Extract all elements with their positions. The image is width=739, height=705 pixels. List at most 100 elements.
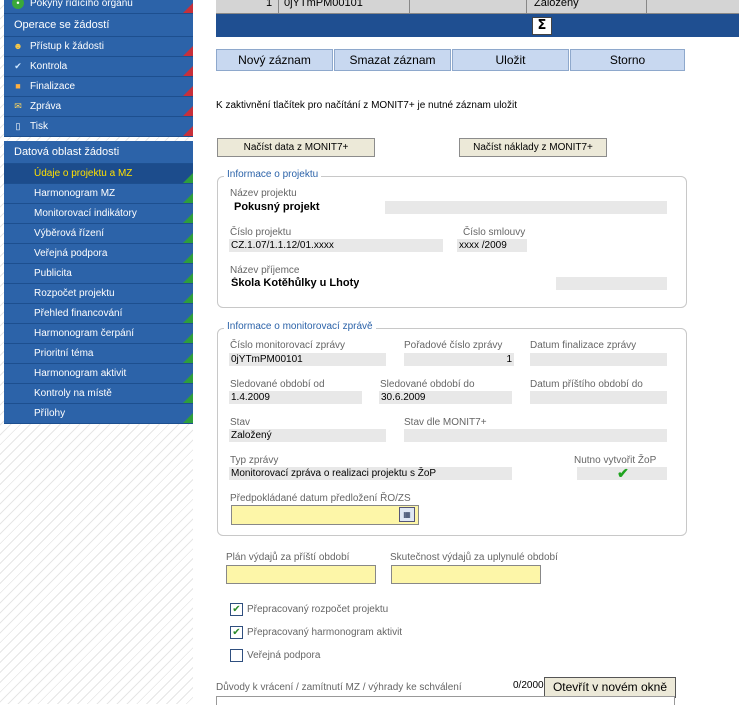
green-circle-icon: • (12, 0, 24, 10)
revised-schedule-label: Přepracovaný harmonogram aktivit (247, 627, 403, 638)
corner-marker (183, 193, 193, 203)
contract-number-value: xxxx /2009 (457, 239, 527, 252)
sidebar-item-label: Veřejná podpora (34, 248, 108, 259)
report-number-label: Číslo monitorovací zprávy (230, 340, 346, 351)
report-type-label: Typ zprávy (230, 455, 279, 466)
sidebar-item-indicators[interactable]: Monitorovací indikátory (4, 204, 193, 224)
sum-icon[interactable]: Σ (532, 17, 552, 35)
revised-budget-label: Přepracovaný rozpočet projektu (247, 604, 389, 615)
state-value: Založený (229, 429, 386, 442)
sidebar-item-label: Harmonogram čerpání (34, 328, 135, 339)
nav-top-block: • Pokyny řídícího orgánu (4, 0, 193, 14)
table-row[interactable]: 1 0jYTmPM00101 Založený (216, 0, 739, 14)
sidebar-item-label: Publicita (34, 268, 72, 279)
monit-state-label: Stav dle MONIT7+ (404, 417, 487, 428)
submit-date-input[interactable] (231, 505, 419, 525)
calendar-icon[interactable]: ▦ (399, 507, 415, 522)
sidebar-item-inspections[interactable]: Kontroly na místě (4, 384, 193, 404)
green-check-icon: ✔ (617, 467, 629, 480)
sidebar-item-label: Harmonogram aktivit (34, 368, 127, 379)
recipient-label: Název příjemce (230, 265, 300, 276)
corner-marker (183, 373, 193, 383)
table-footer: Σ (216, 14, 739, 37)
plan-expenses-label: Plán výdajů za příští období (226, 552, 350, 563)
lock-icon: ■ (15, 81, 21, 92)
sidebar-item-harmonogram-mz[interactable]: Harmonogram MZ (4, 184, 193, 204)
sidebar-item-publicity[interactable]: Publicita (4, 264, 193, 284)
open-new-window-button[interactable]: Otevřít v novém okně (544, 677, 676, 698)
sidebar-item-attachments[interactable]: Přílohy (4, 404, 193, 424)
state-label: Stav (230, 417, 251, 428)
corner-marker (183, 173, 193, 183)
submit-date-label: Předpokládané datum předložení ŘO/ZS (230, 493, 411, 504)
sidebar: • Pokyny řídícího orgánu Operace se žádos… (0, 0, 193, 704)
sidebar-item-label: Výběrová řízení (34, 228, 105, 239)
corner-marker (183, 253, 193, 263)
sidebar-item-label: Harmonogram MZ (34, 188, 116, 199)
column-divider (526, 0, 527, 13)
sidebar-item-drawdown[interactable]: Harmonogram čerpání (4, 324, 193, 344)
revised-budget-checkbox[interactable]: ✔ (230, 603, 243, 616)
section-header-operations: Operace se žádostí (4, 14, 193, 37)
plan-expenses-input[interactable] (226, 565, 376, 584)
sidebar-item-tenders[interactable]: Výběrová řízení (4, 224, 193, 244)
delete-record-button[interactable]: Smazat záznam (334, 49, 451, 71)
report-number-value: 0jYTmPM00101 (229, 353, 386, 366)
corner-marker (183, 333, 193, 343)
corner-marker (183, 86, 193, 96)
document-icon: ▯ (15, 121, 21, 132)
nav-section-operations: Operace se žádostí ☻ Přístup k žádosti ✔ K… (4, 14, 193, 137)
sidebar-item-finalize[interactable]: ■ Finalizace (4, 77, 193, 97)
sidebar-item-priority[interactable]: Prioritní téma (4, 344, 193, 364)
save-button[interactable]: Uložit (452, 49, 569, 71)
sidebar-item-label: Prioritní téma (34, 348, 94, 359)
zop-label: Nutno vytvořit ŽoP (574, 455, 657, 466)
sidebar-item-report[interactable]: ✉ Zpráva (4, 97, 193, 117)
sidebar-item-label: Finalizace (30, 81, 76, 92)
corner-marker (183, 213, 193, 223)
period-from-value: 1.4.2009 (229, 391, 362, 404)
new-record-button[interactable]: Nový záznam (216, 49, 333, 71)
sidebar-item-label: Kontroly na místě (34, 388, 112, 399)
project-name-field (385, 201, 667, 214)
checkmark-icon: ✔ (14, 61, 22, 72)
report-order-label: Pořadové číslo zprávy (404, 340, 503, 351)
load-data-button[interactable]: Načíst data z MONIT7+ (217, 138, 375, 157)
sidebar-item-access[interactable]: ☻ Přístup k žádosti (4, 37, 193, 57)
sidebar-item-label: Přílohy (34, 408, 66, 419)
column-divider (409, 0, 410, 13)
next-period-label: Datum příštího období do (530, 379, 643, 390)
period-from-label: Sledované období od (230, 379, 325, 390)
report-info-legend: Informace o monitorovací zprávě (224, 321, 376, 332)
sidebar-item-financing[interactable]: Přehled financování (4, 304, 193, 324)
corner-marker (183, 3, 193, 13)
corner-marker (183, 66, 193, 76)
public-support-checkbox[interactable] (230, 649, 243, 662)
sidebar-item-pokyny[interactable]: • Pokyny řídícího orgánu (4, 0, 193, 14)
column-divider (278, 0, 279, 13)
sidebar-item-print[interactable]: ▯ Tisk (4, 117, 193, 137)
sidebar-item-activities[interactable]: Harmonogram aktivit (4, 364, 193, 384)
reasons-label: Důvody k vrácení / zamítnutí MZ / výhrad… (216, 682, 462, 693)
sidebar-item-control[interactable]: ✔ Kontrola (4, 57, 193, 77)
finalization-date-value (530, 353, 667, 366)
section-header-data: Datová oblast žádosti (4, 141, 193, 164)
project-number-label: Číslo projektu (230, 227, 292, 238)
sidebar-item-project-info[interactable]: Údaje o projektu a MZ (4, 164, 193, 184)
corner-marker (183, 393, 193, 403)
recipient-value: Škola Kotěhůlky u Lhoty (231, 277, 360, 289)
project-name-value: Pokusný projekt (234, 201, 320, 213)
corner-marker (183, 313, 193, 323)
sidebar-item-budget[interactable]: Rozpočet projektu (4, 284, 193, 304)
cancel-button[interactable]: Storno (570, 49, 685, 71)
notice-text: K zaktivnění tlačítek pro načítání z MON… (216, 100, 517, 111)
sidebar-item-public-support[interactable]: Veřejná podpora (4, 244, 193, 264)
sidebar-item-label: Pokyny řídícího orgánu (30, 0, 133, 9)
load-costs-button[interactable]: Načíst náklady z MONIT7+ (459, 138, 607, 157)
actual-expenses-input[interactable] (391, 565, 541, 584)
corner-marker (183, 353, 193, 363)
corner-marker (183, 413, 193, 423)
revised-schedule-checkbox[interactable]: ✔ (230, 626, 243, 639)
report-order-value: 1 (404, 353, 514, 366)
sidebar-item-label: Tisk (30, 121, 48, 132)
